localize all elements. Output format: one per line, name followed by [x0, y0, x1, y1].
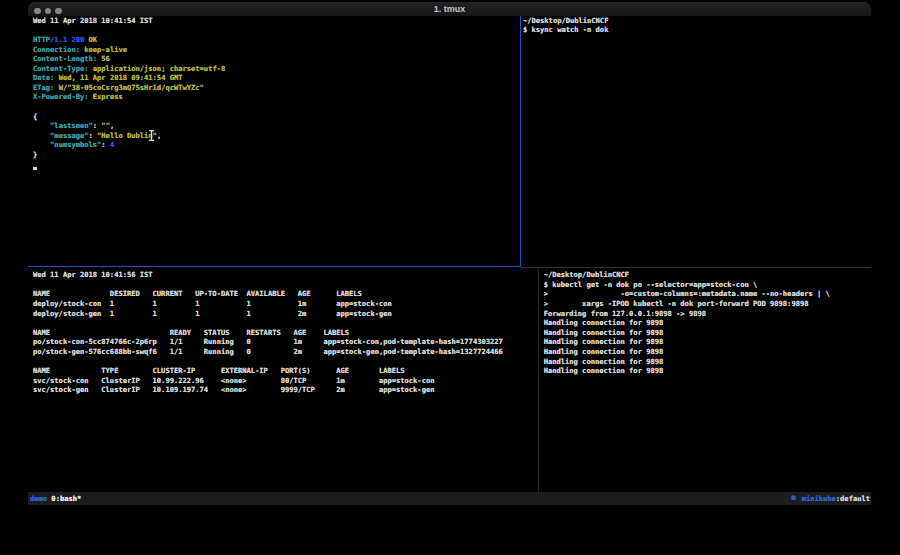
- terminal-cursor: [33, 167, 37, 170]
- pane-top-right[interactable]: ~/Desktop/DublinCNCF$ ksync watch -n dok: [523, 16, 608, 35]
- terminal-line: "lastseen": "",: [33, 121, 225, 131]
- terminal-line: Content-Type: application/json; charset=…: [33, 64, 225, 74]
- terminal-line: po/stock-con-5cc874766c-2p6rp 1/1 Runnin…: [33, 337, 503, 347]
- terminal-line: [33, 318, 503, 328]
- terminal-line: [33, 357, 503, 367]
- terminal-line: ~/Desktop/DublinCNCF: [544, 270, 830, 280]
- pane-border-vertical: [538, 269, 539, 492]
- terminal-line: HTTP/1.1 200 OK: [33, 35, 225, 45]
- terminal-line: NAME DESIRED CURRENT UP-TO-DATE AVAILABL…: [33, 289, 503, 299]
- terminal-line: Handling connection for 9898: [544, 328, 830, 338]
- desktop: Wed 11 Apr 2018 10:41:54 IST HTTP/1.1 200…: [0, 0, 900, 555]
- terminal-line: Handling connection for 9898: [544, 347, 830, 357]
- pane-border-horizontal: [521, 267, 871, 268]
- kube-context-status: ☸ minikube:default: [791, 492, 870, 505]
- terminal-line: Handling connection for 9898: [544, 366, 830, 376]
- terminal-line: "numsymbols": 4: [33, 140, 225, 150]
- terminal-line: Forwarding from 127.0.0.1:9898 -> 9898: [544, 309, 830, 319]
- terminal-line: [33, 280, 503, 290]
- pane-border-vertical-active: [520, 16, 522, 267]
- terminal-line: svc/stock-con ClusterIP 10.99.222.96 <no…: [33, 376, 503, 386]
- terminal-line: [33, 102, 225, 112]
- terminal-line: Connection: keep-alive: [33, 45, 225, 55]
- status-bar: demo 0:bash* ☸ minikube:default: [28, 492, 871, 505]
- terminal-line: Wed 11 Apr 2018 10:41:56 IST: [33, 270, 503, 280]
- terminal-line: $ kubectl get -n dok po --selector=app=s…: [544, 280, 830, 290]
- pane-border-horizontal-active: [28, 266, 521, 267]
- terminal-line: [33, 25, 225, 35]
- terminal-line: NAME TYPE CLUSTER-IP EXTERNAL-IP PORT(S)…: [33, 366, 503, 376]
- terminal-line: Date: Wed, 11 Apr 2018 09:41:54 GMT: [33, 73, 225, 83]
- terminal-line: po/stock-gen-576cc688bb-swqf6 1/1 Runnin…: [33, 347, 503, 357]
- pane-bottom-right[interactable]: ~/Desktop/DublinCNCF$ kubectl get -n dok…: [544, 270, 830, 375]
- terminal-line: deploy/stock-gen 1 1 1 1 2m app=stock-ge…: [33, 309, 503, 319]
- terminal-line: NAME READY STATUS RESTARTS AGE LABELS: [33, 328, 503, 338]
- terminal-line: svc/stock-gen ClusterIP 10.109.197.74 <n…: [33, 385, 503, 395]
- terminal-line: Content-Length: 56: [33, 54, 225, 64]
- terminal-line: X-Powered-By: Express: [33, 92, 225, 102]
- pane-top-left[interactable]: Wed 11 Apr 2018 10:41:54 IST HTTP/1.1 200…: [33, 16, 225, 160]
- terminal-line: Handling connection for 9898: [544, 357, 830, 367]
- terminal-line: }: [33, 150, 225, 160]
- terminal-line: > -o=custom-columns=:metadata.name --no-…: [544, 289, 830, 299]
- terminal-line: ETag: W/"38-05coCsrg3mQ75sHr1d/qcWTwYZc": [33, 83, 225, 93]
- terminal-line: Wed 11 Apr 2018 10:41:54 IST: [33, 16, 225, 26]
- terminal-line: Handling connection for 9898: [544, 337, 830, 347]
- pane-bottom-left[interactable]: Wed 11 Apr 2018 10:41:56 IST NAME DESIRED…: [33, 270, 503, 395]
- terminal-line: deploy/stock-con 1 1 1 1 1m app=stock-co…: [33, 299, 503, 309]
- text-cursor-icon: [148, 127, 155, 145]
- terminal-line: "message": "Hello Dublin",: [33, 131, 225, 141]
- window-title: 1. tmux: [28, 2, 871, 16]
- terminal-line: {: [33, 112, 225, 122]
- session-and-window-status[interactable]: demo 0:bash*: [30, 492, 81, 505]
- terminal-line: $ ksync watch -n dok: [523, 25, 608, 35]
- terminal-line: Handling connection for 9898: [544, 318, 830, 328]
- terminal-line: ~/Desktop/DublinCNCF: [523, 16, 608, 26]
- terminal-line: > xargs -IPOD kubectl -n dok port-forwar…: [544, 299, 830, 309]
